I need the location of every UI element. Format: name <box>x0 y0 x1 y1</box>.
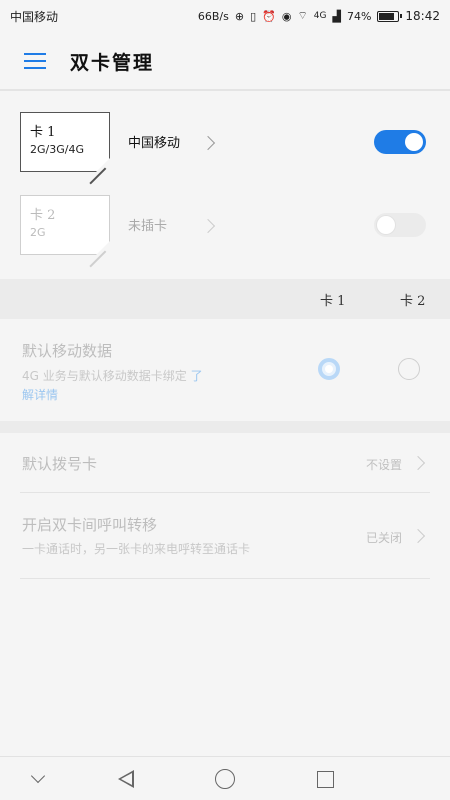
sim1-card-icon: 卡 1 2G/3G/4G <box>20 112 111 184</box>
column-sim2: 卡 2 <box>400 294 426 309</box>
header-divider <box>0 89 450 91</box>
sim1-carrier: 中国移动 <box>128 136 181 151</box>
sim-columns-band <box>0 279 450 319</box>
sim1-toggle[interactable] <box>374 130 426 154</box>
vibrate-icon: ▯ <box>250 9 257 23</box>
sim2-card-icon: 卡 2 2G <box>20 195 111 267</box>
menu-line <box>24 53 46 55</box>
clock: 18:42 <box>405 9 440 23</box>
status-icons: 66B/s ⊕ ▯ ⏰ ◉ ⌔ 4G ▟ 74% 18:42 <box>198 9 440 23</box>
battery-percent: 74% <box>346 9 372 23</box>
eye-icon: ◉ <box>281 9 292 23</box>
call-forward-value: 已关闭 <box>366 531 403 545</box>
sim2-chevron-right-icon[interactable] <box>200 218 216 234</box>
app-header: 双卡管理 <box>0 32 450 90</box>
toggle-knob <box>377 216 395 234</box>
sim1-card-types: 2G/3G/4G <box>30 143 84 156</box>
default-dial-chevron-right-icon <box>410 455 426 471</box>
hd-icon: ⊕ <box>234 9 245 23</box>
default-dial-value: 不设置 <box>366 458 403 472</box>
call-forward-row[interactable]: 开启双卡间呼叫转移 一卡通话时，另一张卡的来电呼转至通话卡 已关闭 <box>0 493 450 579</box>
default-data-section: 默认移动数据 4G 业务与默认移动数据卡绑定 了 解详情 <box>0 319 450 421</box>
learn-more-link-part1[interactable]: 了 <box>191 369 203 383</box>
sim1-chevron-right-icon[interactable] <box>200 135 216 151</box>
back-triangle-icon <box>118 770 134 788</box>
default-dial-row[interactable]: 默认拨号卡 不设置 <box>0 433 450 493</box>
sim2-card-types: 2G <box>30 226 46 239</box>
sim1-row[interactable]: 卡 1 2G/3G/4G 中国移动 <box>0 112 450 202</box>
sim2-toggle[interactable] <box>374 213 426 237</box>
sim1-data-radio[interactable] <box>318 358 340 380</box>
nav-hide-button[interactable] <box>26 767 50 791</box>
column-sim1: 卡 1 <box>320 294 346 309</box>
nav-recents-button[interactable] <box>313 767 337 791</box>
call-forward-title: 开启双卡间呼叫转移 <box>22 516 158 534</box>
chevron-down-icon <box>30 768 46 784</box>
system-nav-bar <box>0 756 450 800</box>
call-forward-desc: 一卡通话时，另一张卡的来电呼转至通话卡 <box>22 542 251 556</box>
page-title: 双卡管理 <box>70 51 155 74</box>
nav-back-button[interactable] <box>114 767 138 791</box>
hamburger-menu-icon[interactable] <box>0 32 70 90</box>
alarm-icon: ⏰ <box>262 9 276 23</box>
network-speed: 66B/s <box>197 9 229 23</box>
battery-icon <box>377 10 403 22</box>
menu-line <box>24 60 46 62</box>
sim2-data-radio[interactable] <box>398 358 420 380</box>
default-data-desc-text: 4G 业务与默认移动数据卡绑定 <box>22 369 187 383</box>
home-circle-icon <box>215 769 235 789</box>
call-forward-chevron-right-icon <box>410 528 426 544</box>
learn-more-link-part2[interactable]: 解详情 <box>22 388 58 402</box>
row-divider <box>20 578 430 579</box>
signal-icon: ▟ <box>332 9 341 23</box>
recents-square-icon <box>316 770 334 788</box>
status-bar: 中国移动 66B/s ⊕ ▯ ⏰ ◉ ⌔ 4G ▟ 74% 18:42 <box>0 0 450 32</box>
sim2-row[interactable]: 卡 2 2G 未插卡 <box>0 195 450 285</box>
sim1-card-name: 卡 1 <box>30 125 56 140</box>
battery-fill <box>379 12 395 20</box>
default-dial-title: 默认拨号卡 <box>22 455 98 473</box>
toggle-knob <box>405 133 423 151</box>
wifi-icon: ⌔ <box>297 9 308 22</box>
sim2-card-name: 卡 2 <box>30 208 56 223</box>
status-carrier: 中国移动 <box>10 9 59 24</box>
nav-home-button[interactable] <box>213 767 237 791</box>
default-data-desc: 4G 业务与默认移动数据卡绑定 了 解详情 <box>22 367 282 405</box>
default-data-title: 默认移动数据 <box>22 342 113 360</box>
signal-4g-icon: 4G <box>313 11 327 21</box>
section-gap <box>0 421 450 433</box>
menu-line <box>24 67 46 69</box>
sim2-carrier: 未插卡 <box>128 219 168 234</box>
